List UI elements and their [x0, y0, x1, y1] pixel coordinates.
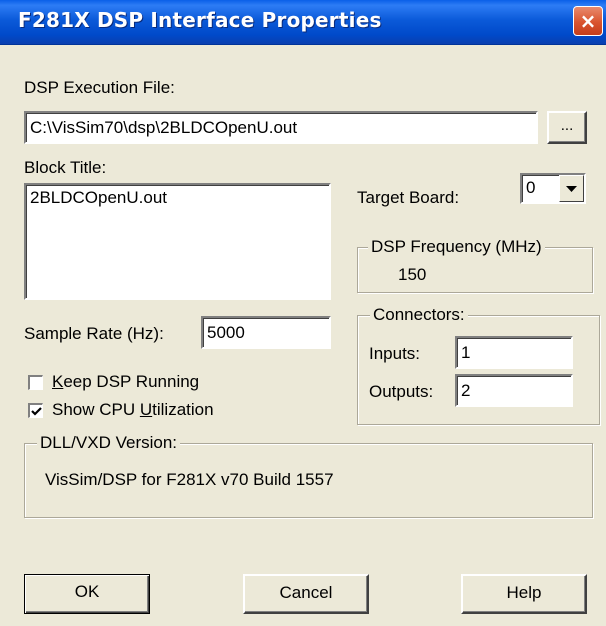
- browse-button[interactable]: ...: [547, 111, 587, 144]
- keep-running-checkbox[interactable]: [28, 375, 43, 390]
- dsp-frequency-label: DSP Frequency (MHz): [368, 237, 545, 257]
- close-glyph: ×: [579, 9, 597, 33]
- outputs-field[interactable]: 2: [455, 374, 573, 407]
- connectors-group: Connectors: Inputs: 1 Outputs: 2: [357, 305, 600, 425]
- target-board-select[interactable]: 0: [520, 173, 586, 204]
- help-button[interactable]: Help: [461, 574, 587, 614]
- show-cpu-label-pre: Show CPU: [52, 400, 140, 419]
- sample-rate-label: Sample Rate (Hz):: [24, 324, 164, 343]
- target-board-value: 0: [526, 178, 536, 197]
- connectors-label: Connectors:: [370, 305, 468, 325]
- show-cpu-label-post: tilization: [152, 400, 214, 419]
- dialog-body: DSP Execution File: C:\VisSim70\dsp\2BLD…: [0, 45, 606, 626]
- show-cpu-checkbox[interactable]: [28, 403, 43, 418]
- dll-version-group: DLL/VXD Version: VisSim/DSP for F281X v7…: [24, 433, 593, 518]
- close-icon[interactable]: ×: [573, 6, 603, 36]
- sample-rate-input[interactable]: 5000: [201, 316, 331, 349]
- block-title-label: Block Title:: [24, 158, 107, 177]
- keep-running-access-key: K: [52, 372, 64, 391]
- show-cpu-access-key: U: [139, 400, 153, 419]
- exec-file-label: DSP Execution File:: [24, 78, 175, 97]
- chevron-down-icon: [566, 186, 577, 192]
- dll-version-value: VisSim/DSP for F281X v70 Build 1557: [45, 470, 334, 489]
- dropdown-button[interactable]: [559, 175, 584, 202]
- inputs-field[interactable]: 1: [455, 336, 573, 369]
- dsp-frequency-group: DSP Frequency (MHz) 150: [357, 237, 593, 293]
- dll-version-label: DLL/VXD Version:: [37, 433, 181, 453]
- exec-file-input[interactable]: C:\VisSim70\dsp\2BLDCOpenU.out: [24, 111, 538, 144]
- outputs-label: Outputs:: [369, 382, 434, 401]
- show-cpu-label[interactable]: Show CPU Utilization: [52, 400, 214, 420]
- inputs-label: Inputs:: [369, 344, 421, 363]
- dsp-frequency-value: 150: [398, 265, 427, 284]
- ok-button[interactable]: OK: [24, 574, 150, 614]
- keep-running-label-post: eep DSP Running: [63, 372, 200, 391]
- target-board-label: Target Board:: [357, 188, 460, 207]
- checkmark-icon: [31, 407, 42, 416]
- keep-running-label[interactable]: Keep DSP Running: [52, 372, 199, 392]
- block-title-textarea[interactable]: 2BLDCOpenU.out: [24, 183, 331, 300]
- cancel-button[interactable]: Cancel: [243, 574, 369, 614]
- window-title: F281X DSP Interface Properties: [18, 8, 382, 32]
- title-bar: F281X DSP Interface Properties ×: [0, 0, 606, 45]
